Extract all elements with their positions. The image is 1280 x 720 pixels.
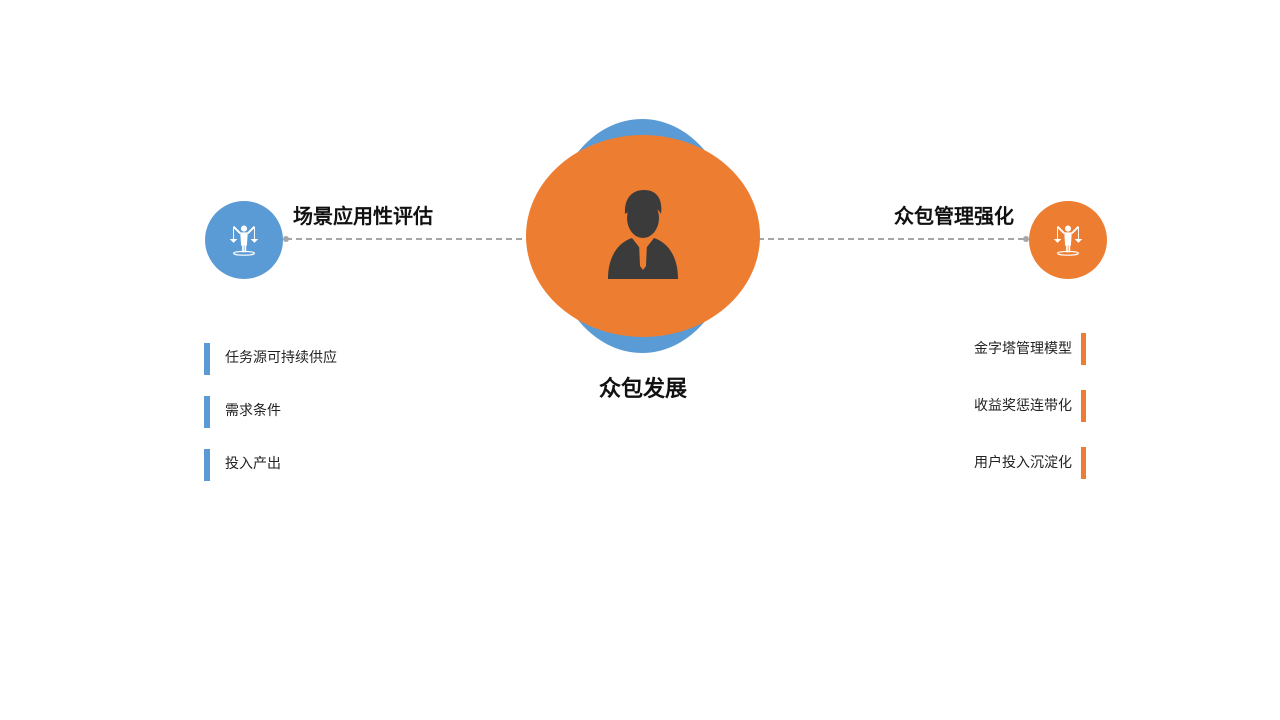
- left-list-item: 需求条件: [204, 396, 444, 428]
- left-branch-circle: [205, 201, 283, 279]
- balance-scale-person-icon: [229, 225, 259, 256]
- left-list-item: 任务源可持续供应: [204, 343, 444, 375]
- right-branch-circle: [1029, 201, 1107, 279]
- center-node: [526, 119, 760, 353]
- connector-lines: [283, 236, 1029, 242]
- left-connector-dot: [283, 236, 289, 242]
- left-list-item: 投入产出: [204, 449, 444, 481]
- slide: 场景应用性评估 众包管理强化 众包发展 任务源可持续供应 需求条件 投入产出 金…: [0, 0, 1280, 720]
- right-branch-title: 众包管理强化: [894, 204, 1014, 228]
- right-list-item: 收益奖惩连带化: [846, 390, 1086, 422]
- center-title: 众包发展: [598, 377, 687, 402]
- right-list-item: 金字塔管理模型: [846, 333, 1086, 365]
- right-item-list: 金字塔管理模型 收益奖惩连带化 用户投入沉淀化: [846, 333, 1086, 504]
- balance-scale-person-icon: [1053, 225, 1083, 256]
- right-list-item: 用户投入沉淀化: [846, 447, 1086, 479]
- left-item-list: 任务源可持续供应 需求条件 投入产出: [204, 343, 444, 502]
- left-branch-title: 场景应用性评估: [293, 204, 433, 228]
